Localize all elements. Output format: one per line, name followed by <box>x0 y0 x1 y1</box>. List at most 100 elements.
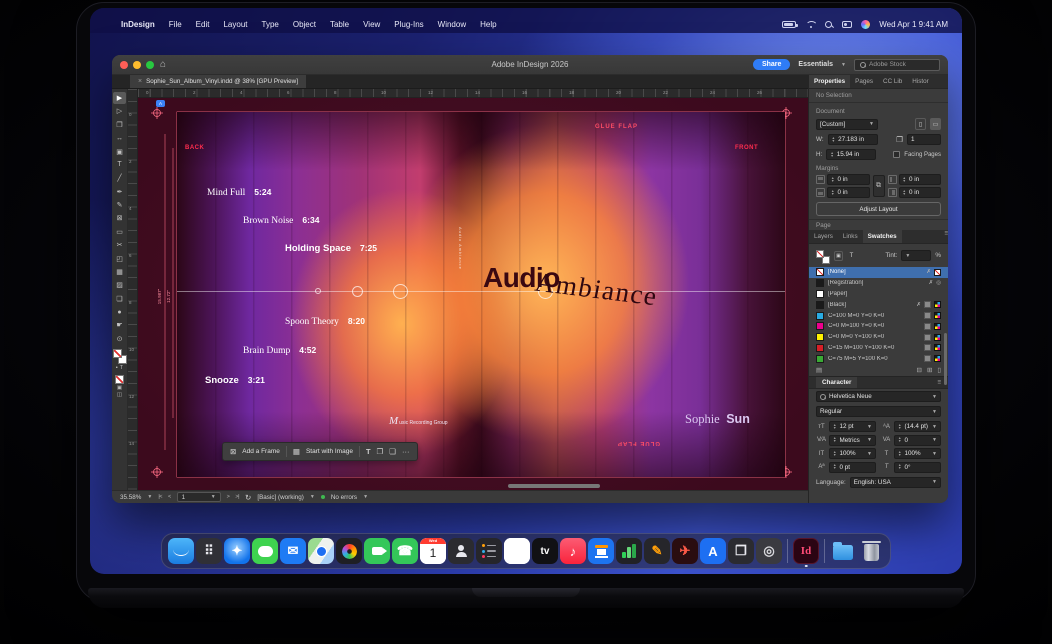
swatch-views-icon[interactable]: ▤ <box>816 366 822 374</box>
control-center-icon[interactable] <box>842 21 852 28</box>
workspace-switcher[interactable]: Essentials <box>798 61 833 68</box>
preflight-profile[interactable]: [Basic] (working) <box>257 494 304 501</box>
swatch-row[interactable]: C=100 M=0 Y=0 K=0 <box>809 310 948 321</box>
dock-icon-system-settings[interactable]: ◎ <box>756 538 782 564</box>
type-tool-button[interactable]: T <box>366 447 371 456</box>
vertical-ruler[interactable]: 02468101214 <box>128 89 138 490</box>
hand-tool[interactable]: ☛ <box>113 319 126 331</box>
dock-icon-games[interactable]: ✈ <box>672 538 698 564</box>
start-with-image-button[interactable]: Start with Image <box>306 448 353 455</box>
font-family-select[interactable]: Helvetica Neue ▼ <box>816 391 941 402</box>
dock-icon-keynote[interactable] <box>588 538 614 564</box>
document-icon[interactable]: ❐ <box>377 447 384 456</box>
wifi-icon[interactable] <box>805 21 816 29</box>
preflight-errors-label[interactable]: No errors <box>331 494 357 501</box>
kerning-field[interactable]: ▲▼Metrics▼ <box>829 435 876 446</box>
gradient-feather-tool[interactable]: ▨ <box>113 279 126 291</box>
dock-icon-notes[interactable] <box>504 538 530 564</box>
menu-item-layout[interactable]: Layout <box>216 20 254 29</box>
gap-tool[interactable]: ↔ <box>113 132 126 144</box>
eyedropper-tool[interactable]: ● <box>113 306 126 318</box>
document-settings-icon[interactable]: ❏ <box>389 447 396 456</box>
apply-none-button[interactable] <box>115 375 124 384</box>
dock-icon-app-store[interactable]: A <box>700 538 726 564</box>
menu-item-window[interactable]: Window <box>431 20 473 29</box>
direct-selection-tool[interactable]: ▷ <box>113 105 126 117</box>
new-color-group-icon[interactable]: ⊟ <box>917 366 922 374</box>
landscape-orientation-button[interactable]: ▭ <box>930 118 941 130</box>
baseline-shift-field[interactable]: ▲▼0 pt <box>829 462 876 473</box>
width-field[interactable]: ▲▼ 27.183 in <box>828 134 878 145</box>
gradient-tool[interactable]: ▦ <box>113 266 126 278</box>
fill-stroke-widget[interactable] <box>113 349 127 364</box>
margin-left-field[interactable]: ▲▼0 in <box>899 174 942 185</box>
swatch-row[interactable]: C=0 M=0 Y=100 K=0 <box>809 332 948 343</box>
panel-menu-icon[interactable]: ≡ <box>944 230 948 243</box>
dock-icon-trash[interactable] <box>858 538 884 564</box>
new-swatch-icon[interactable]: ⊞ <box>927 366 932 374</box>
tracking-field[interactable]: ▲▼0▼ <box>894 435 941 446</box>
tab-pages[interactable]: Pages <box>850 75 878 88</box>
dock-icon-maps[interactable] <box>308 538 334 564</box>
portrait-orientation-button[interactable]: ▯ <box>915 118 926 130</box>
swatch-row[interactable]: [None]✗ <box>809 267 948 278</box>
home-icon[interactable]: ⌂ <box>160 59 166 70</box>
swatch-scrollbar[interactable] <box>944 333 947 385</box>
note-tool[interactable]: ❏ <box>113 293 126 305</box>
tab-cc-libraries[interactable]: CC Lib <box>878 75 907 88</box>
delete-swatch-icon[interactable]: ▯ <box>937 366 941 374</box>
dock-icon-launchpad[interactable]: ⠿ <box>196 538 222 564</box>
panel-menu-icon[interactable]: ≡ <box>937 379 941 386</box>
album-spread-artwork[interactable]: BACK FRONT GLUE FLAP GLUE FLAP Audio Amb… <box>177 112 785 477</box>
menu-item-object[interactable]: Object <box>286 20 323 29</box>
menu-item-file[interactable]: File <box>162 20 189 29</box>
margin-right-field[interactable]: ▲▼0 in <box>899 187 942 198</box>
last-page-button[interactable]: >| <box>235 494 239 500</box>
dock-icon-facetime[interactable] <box>364 538 390 564</box>
swatch-row[interactable]: C=75 M=5 Y=100 K=0 <box>809 353 948 364</box>
margin-top-field[interactable]: ▲▼0 in <box>827 174 870 185</box>
menu-item-plugins[interactable]: Plug-Ins <box>387 20 430 29</box>
swatch-row[interactable]: C=15 M=100 Y=100 K=0 <box>809 343 948 354</box>
language-select[interactable]: English: USA ▼ <box>850 477 941 488</box>
rectangle-tool[interactable]: ▭ <box>113 226 126 238</box>
window-titlebar[interactable]: ⌂ Adobe InDesign 2026 Share Essentials ▼… <box>112 55 948 75</box>
dock-icon-downloads[interactable] <box>830 538 856 564</box>
page-size-preset-select[interactable]: [Custom] ▼ <box>816 119 878 130</box>
tab-layers[interactable]: Layers <box>809 230 838 243</box>
selection-tool[interactable]: ▶ <box>113 92 126 104</box>
dock-icon-photos[interactable] <box>336 538 362 564</box>
zoom-level[interactable]: 35.58% <box>120 494 141 501</box>
siri-icon[interactable] <box>861 20 870 29</box>
tab-properties[interactable]: Properties <box>809 75 850 88</box>
battery-icon[interactable] <box>782 21 796 28</box>
tint-field[interactable]: ▼ <box>901 250 931 261</box>
facing-pages-checkbox[interactable] <box>893 151 900 158</box>
menu-item-view[interactable]: View <box>356 20 387 29</box>
line-tool[interactable]: ╱ <box>113 172 126 184</box>
dock-icon-reminders[interactable] <box>476 538 502 564</box>
menu-item-indesign[interactable]: InDesign <box>114 20 162 29</box>
formatting-affects-container-button[interactable]: ▪ <box>116 365 118 371</box>
dock-icon-messages[interactable] <box>252 538 278 564</box>
swatch-row[interactable]: C=0 M=100 Y=0 K=0 <box>809 321 948 332</box>
minimize-window-button[interactable] <box>133 61 141 69</box>
dock-icon-calendar[interactable]: Wed1 <box>420 538 446 564</box>
tab-history[interactable]: Histor <box>907 75 933 88</box>
close-window-button[interactable] <box>120 61 128 69</box>
content-collector-tool[interactable]: ▣ <box>113 146 126 158</box>
tab-character[interactable]: Character <box>816 377 857 388</box>
add-frame-button[interactable]: Add a Frame <box>242 448 280 455</box>
stepper-icon[interactable]: ▲▼ <box>830 152 833 158</box>
menu-item-help[interactable]: Help <box>473 20 503 29</box>
frame-tool[interactable]: ⊠ <box>113 212 126 224</box>
menu-item-edit[interactable]: Edit <box>189 20 217 29</box>
menu-clock[interactable]: Wed Apr 1 9:41 AM <box>879 20 948 29</box>
tab-swatches[interactable]: Swatches <box>863 230 902 243</box>
formatting-affects-container-button[interactable]: ▣ <box>834 251 843 261</box>
horizontal-ruler[interactable]: 02468101214161820222426 <box>138 89 808 98</box>
dock-icon-tv[interactable]: tv <box>532 538 558 564</box>
close-tab-icon[interactable]: × <box>138 78 142 85</box>
pen-tool[interactable]: ✒ <box>113 186 126 198</box>
spotlight-icon[interactable] <box>825 21 833 29</box>
